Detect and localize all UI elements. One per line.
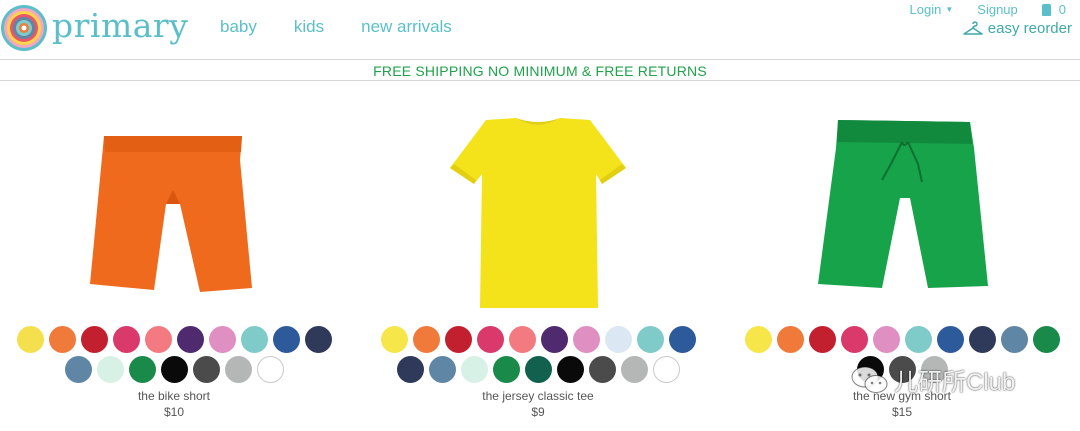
main-nav: baby kids new arrivals	[220, 17, 452, 37]
color-swatch[interactable]	[636, 326, 664, 353]
product-name[interactable]: the bike short	[4, 389, 344, 403]
color-swatch[interactable]	[888, 356, 916, 383]
brand-logo[interactable]: primary	[0, 4, 188, 52]
color-swatch[interactable]	[540, 326, 568, 353]
color-swatch[interactable]	[112, 326, 140, 353]
color-swatches	[4, 326, 344, 386]
color-swatches	[732, 326, 1072, 386]
nav-item-kids[interactable]: kids	[294, 17, 324, 37]
color-swatch[interactable]	[380, 326, 408, 353]
color-swatch[interactable]	[176, 326, 204, 353]
product-price: $10	[163, 405, 185, 419]
color-swatch[interactable]	[920, 356, 948, 383]
product-card-jersey-tee[interactable]: the jersey classic tee $9	[368, 100, 708, 419]
color-swatch[interactable]	[396, 356, 424, 383]
color-swatch[interactable]	[524, 356, 552, 383]
color-swatch[interactable]	[240, 326, 268, 353]
logo-rings-icon	[1, 5, 47, 51]
color-swatch[interactable]	[144, 326, 172, 353]
product-price: $9	[531, 405, 545, 419]
signup-link[interactable]: Signup	[977, 2, 1017, 17]
color-swatch[interactable]	[604, 326, 632, 353]
login-label: Login	[909, 2, 942, 17]
color-swatch[interactable]	[652, 356, 680, 383]
green-gym-short-icon	[818, 120, 988, 288]
shopping-bag-icon	[1041, 3, 1051, 16]
color-swatch[interactable]	[128, 356, 156, 383]
color-swatch[interactable]	[256, 356, 284, 383]
color-swatch[interactable]	[48, 326, 76, 353]
product-name[interactable]: the jersey classic tee	[368, 389, 708, 403]
color-swatch[interactable]	[304, 326, 332, 353]
cart-button[interactable]: 0	[1041, 2, 1066, 17]
color-swatch[interactable]	[776, 326, 804, 353]
product-image[interactable]	[4, 100, 344, 310]
yellow-tee-icon	[450, 118, 626, 308]
color-swatch[interactable]	[476, 326, 504, 353]
color-swatch[interactable]	[192, 356, 220, 383]
product-card-bike-short[interactable]: the bike short $10	[4, 100, 344, 419]
product-name[interactable]: the new gym short	[732, 389, 1072, 403]
color-swatch[interactable]	[968, 326, 996, 353]
product-image[interactable]	[368, 100, 708, 310]
color-swatch[interactable]	[872, 326, 900, 353]
login-dropdown[interactable]: Login ▼	[910, 2, 954, 17]
color-swatch[interactable]	[208, 326, 236, 353]
color-swatch[interactable]	[588, 356, 616, 383]
color-swatches	[368, 326, 708, 386]
easy-reorder-label: easy reorder	[987, 20, 1072, 37]
color-swatch[interactable]	[856, 356, 884, 383]
color-swatch[interactable]	[744, 326, 772, 353]
color-swatch[interactable]	[808, 326, 836, 353]
product-card-gym-short[interactable]: the new gym short $15	[732, 100, 1072, 419]
site-header: primary baby kids new arrivals Login ▼ S…	[0, 0, 1080, 60]
color-swatch[interactable]	[64, 356, 92, 383]
color-swatch[interactable]	[572, 326, 600, 353]
orange-bike-short-icon	[90, 136, 252, 292]
color-swatch[interactable]	[272, 326, 300, 353]
nav-item-baby[interactable]: baby	[220, 17, 257, 37]
color-swatch[interactable]	[556, 356, 584, 383]
promo-banner[interactable]: FREE SHIPPING NO MINIMUM & FREE RETURNS	[0, 61, 1080, 81]
caret-down-icon: ▼	[945, 5, 954, 14]
color-swatch[interactable]	[80, 326, 108, 353]
color-swatch[interactable]	[224, 356, 252, 383]
color-swatch[interactable]	[668, 326, 696, 353]
color-swatch[interactable]	[96, 356, 124, 383]
color-swatch[interactable]	[160, 356, 188, 383]
color-swatch[interactable]	[1032, 326, 1060, 353]
cart-count: 0	[1058, 2, 1066, 17]
color-swatch[interactable]	[508, 326, 536, 353]
color-swatch[interactable]	[620, 356, 648, 383]
brand-name: primary	[52, 5, 189, 45]
color-swatch[interactable]	[492, 356, 520, 383]
hanger-icon	[963, 20, 983, 35]
color-swatch[interactable]	[840, 326, 868, 353]
easy-reorder-link[interactable]: easy reorder	[962, 20, 1072, 37]
color-swatch[interactable]	[460, 356, 488, 383]
color-swatch[interactable]	[904, 326, 932, 353]
product-image[interactable]	[732, 100, 1072, 310]
color-swatch[interactable]	[428, 356, 456, 383]
color-swatch[interactable]	[936, 326, 964, 353]
header-utilities: Login ▼ Signup 0	[910, 2, 1066, 17]
color-swatch[interactable]	[412, 326, 440, 353]
color-swatch[interactable]	[16, 326, 44, 353]
color-swatch[interactable]	[1000, 326, 1028, 353]
product-price: $15	[891, 405, 913, 419]
nav-item-new-arrivals[interactable]: new arrivals	[361, 17, 452, 37]
color-swatch[interactable]	[444, 326, 472, 353]
